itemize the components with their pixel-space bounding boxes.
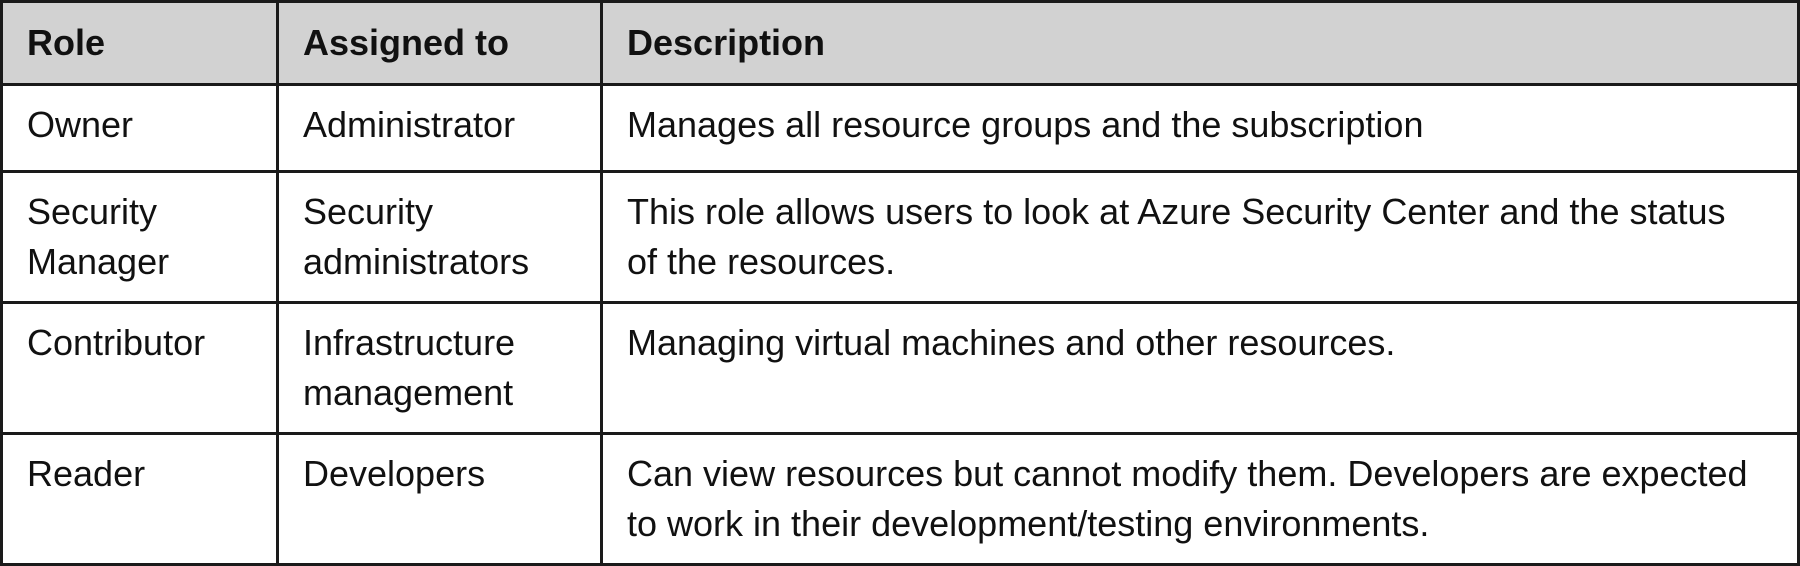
cell-description: Managing virtual machines and other reso… xyxy=(600,301,1800,435)
table-row: Reader Developers Can view resources but… xyxy=(0,432,1800,566)
cell-assigned-to: Infrastructure management xyxy=(276,301,603,435)
cell-description: Can view resources but cannot modify the… xyxy=(600,432,1800,566)
cell-role: Contributor xyxy=(0,301,279,435)
header-description: Description xyxy=(600,0,1800,86)
table-row: Security Manager Security administrators… xyxy=(0,170,1800,304)
roles-table: Role Assigned to Description Owner Admin… xyxy=(0,0,1800,566)
cell-role: Reader xyxy=(0,432,279,566)
cell-role: Security Manager xyxy=(0,170,279,304)
table-row: Contributor Infrastructure management Ma… xyxy=(0,301,1800,435)
cell-assigned-to: Security administrators xyxy=(276,170,603,304)
header-assigned-to: Assigned to xyxy=(276,0,603,86)
cell-description: This role allows users to look at Azure … xyxy=(600,170,1800,304)
cell-assigned-to: Administrator xyxy=(276,83,603,173)
table-row: Owner Administrator Manages all resource… xyxy=(0,83,1800,173)
cell-assigned-to: Developers xyxy=(276,432,603,566)
header-role: Role xyxy=(0,0,279,86)
header-row: Role Assigned to Description xyxy=(0,0,1800,86)
cell-role: Owner xyxy=(0,83,279,173)
cell-description: Manages all resource groups and the subs… xyxy=(600,83,1800,173)
